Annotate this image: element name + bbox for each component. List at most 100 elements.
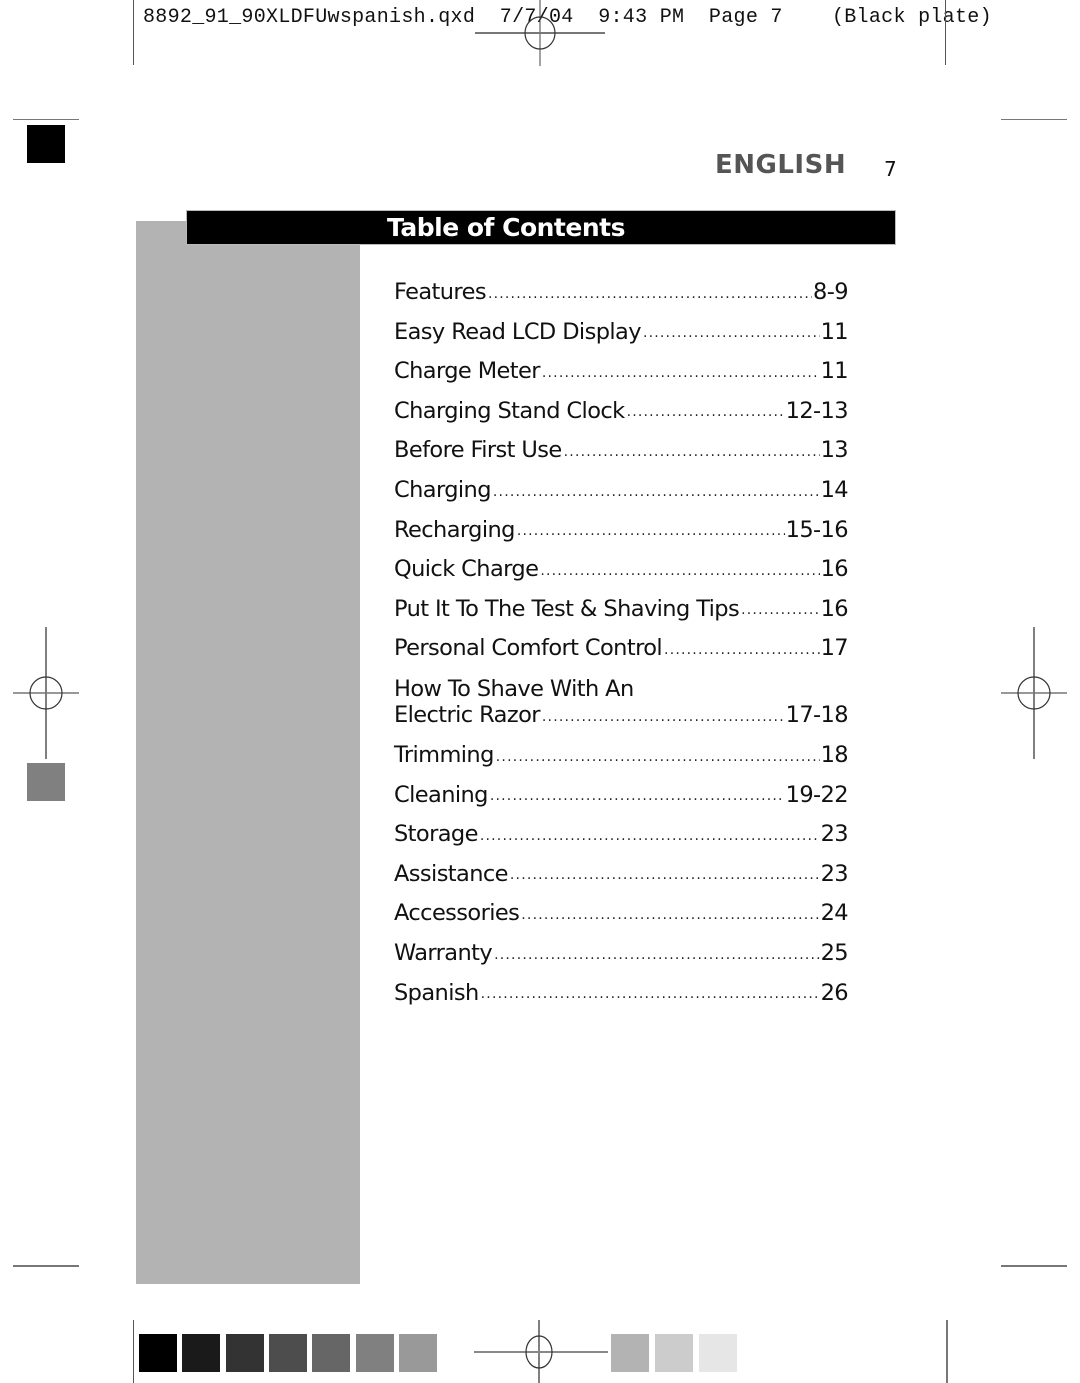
toc-entry[interactable]: Charging 14 bbox=[394, 462, 849, 504]
toc-entry-page: 11 bbox=[820, 358, 849, 385]
toc-entry[interactable]: Charge Meter 11 bbox=[394, 343, 849, 385]
toc-entry-page: 16 bbox=[820, 556, 849, 583]
toc-entry-title: Spanish bbox=[394, 979, 479, 1006]
toc-entry[interactable]: Storage 23 bbox=[394, 806, 849, 848]
dot-leader bbox=[510, 868, 820, 882]
dot-leader bbox=[481, 987, 820, 1001]
grayscale-swatch bbox=[655, 1334, 693, 1372]
toc-entry-title: Charging bbox=[394, 477, 491, 504]
toc-entry[interactable]: How To Shave With AnElectric Razor 17-18 bbox=[394, 660, 849, 729]
toc-entry-title: Accessories bbox=[394, 900, 520, 927]
page-number: 7 bbox=[884, 157, 897, 181]
toc-entry[interactable]: Easy Read LCD Display 11 bbox=[394, 304, 849, 345]
toc-entry-page: 25 bbox=[820, 940, 849, 966]
toc-entry-title: Cleaning bbox=[394, 781, 488, 808]
toc-entry-title: Before First Use bbox=[394, 437, 562, 464]
toc-entry[interactable]: Recharging 15-16 bbox=[394, 502, 849, 543]
toc-entry[interactable]: Accessories 24 bbox=[394, 885, 849, 927]
dot-leader bbox=[540, 564, 819, 578]
toc-entry[interactable]: Spanish 26 bbox=[394, 965, 849, 1006]
dot-leader bbox=[517, 524, 785, 538]
toc-entry-page: 8-9 bbox=[813, 279, 849, 306]
toc-entry-title: Easy Read LCD Display bbox=[394, 318, 642, 345]
crop-mark-top-right bbox=[945, 0, 946, 65]
toc-entry-title: Recharging bbox=[394, 516, 515, 543]
dot-leader bbox=[627, 405, 785, 419]
dot-leader bbox=[488, 287, 812, 301]
dot-leader bbox=[480, 829, 820, 843]
toc-list: Features8-9Easy Read LCD Display11Charge… bbox=[394, 264, 849, 1006]
dot-leader bbox=[564, 445, 820, 459]
toc-entry[interactable]: Quick Charge 16 bbox=[394, 541, 849, 583]
dot-leader bbox=[496, 750, 820, 764]
slug-filename: 8892_91_90XLDFUwspanish.qxd bbox=[143, 6, 476, 29]
black-color-block bbox=[27, 125, 65, 163]
crop-mark-top-left bbox=[133, 0, 134, 65]
toc-entry-title: Assistance bbox=[394, 860, 509, 887]
grayscale-swatch bbox=[182, 1334, 221, 1372]
slug-time: 9:43 PM bbox=[598, 6, 685, 29]
toc-entry[interactable]: Put It To The Test & Shaving Tips 16 bbox=[394, 581, 849, 622]
grayscale-swatch bbox=[398, 1334, 437, 1372]
toc-entry-page: 19-22 bbox=[785, 781, 849, 808]
registration-mark-top-icon bbox=[475, 0, 605, 66]
toc-entry-title: Charging Stand Clock bbox=[394, 397, 625, 424]
toc-entry-title-line1: How To Shave With An bbox=[394, 675, 634, 702]
toc-entry-title: Warranty bbox=[394, 940, 493, 966]
toc-entry[interactable]: Features 8-9 bbox=[394, 264, 849, 306]
toc-entry-page: 15-16 bbox=[785, 516, 849, 543]
trim-mark-bottom-right bbox=[1001, 1265, 1067, 1267]
toc-entry-page: 26 bbox=[820, 979, 849, 1006]
toc-entry[interactable]: Before First Use 13 bbox=[394, 422, 849, 464]
toc-entry-title: Quick Charge bbox=[394, 556, 539, 583]
grayscale-swatch bbox=[268, 1334, 307, 1372]
toc-entry-title: Charge Meter bbox=[394, 358, 540, 385]
grayscale-swatch bbox=[355, 1334, 394, 1372]
dot-leader bbox=[521, 908, 819, 922]
toc-entry-page: 18 bbox=[820, 742, 849, 769]
crop-mark-bottom-left bbox=[133, 1320, 134, 1383]
toc-entry[interactable]: Warranty 25 bbox=[394, 925, 849, 966]
toc-entry-title: Storage bbox=[394, 821, 478, 848]
toc-entry-page: 16 bbox=[820, 595, 849, 622]
toc-entry-page: 17 bbox=[820, 635, 849, 662]
gray-side-panel bbox=[136, 221, 360, 1284]
dot-leader bbox=[490, 789, 785, 803]
grayscale-swatch bbox=[699, 1334, 737, 1372]
toc-entry-page: 11 bbox=[820, 318, 849, 345]
toc-entry-title: Trimming bbox=[394, 742, 494, 769]
dot-leader bbox=[494, 948, 819, 962]
registration-mark-right-icon bbox=[1001, 627, 1067, 759]
toc-entry-row: Electric Razor 17-18 bbox=[394, 702, 849, 729]
trim-mark-top-left bbox=[13, 119, 79, 120]
slug-page: Page 7 bbox=[708, 6, 783, 29]
toc-entry-title: Features bbox=[394, 279, 487, 306]
dot-leader bbox=[493, 485, 820, 499]
dot-leader bbox=[664, 643, 820, 657]
dot-leader bbox=[542, 366, 820, 380]
toc-entry-page: 14 bbox=[820, 477, 849, 504]
grayscale-swatch bbox=[312, 1334, 351, 1372]
toc-entry-title: Personal Comfort Control bbox=[394, 635, 663, 662]
trim-mark-top-right bbox=[1001, 119, 1067, 120]
slug-plate: (Black plate) bbox=[831, 6, 992, 29]
toc-entry-page: 17-18 bbox=[785, 702, 849, 729]
dot-leader bbox=[643, 326, 820, 340]
toc-title: Table of Contents bbox=[387, 213, 625, 242]
toc-entry[interactable]: Personal Comfort Control 17 bbox=[394, 620, 849, 662]
toc-entry[interactable]: Trimming 18 bbox=[394, 727, 849, 769]
grayscale-swatch bbox=[611, 1334, 649, 1372]
toc-title-bar: Table of Contents bbox=[186, 210, 896, 245]
dot-leader bbox=[741, 603, 819, 617]
gray-color-block bbox=[27, 763, 65, 801]
language-label: ENGLISH bbox=[715, 150, 847, 180]
trim-mark-bottom-left bbox=[13, 1265, 79, 1267]
registration-mark-bottom-icon bbox=[474, 1320, 608, 1383]
toc-entry[interactable]: Charging Stand Clock 12-13 bbox=[394, 383, 849, 424]
toc-entry[interactable]: Cleaning 19-22 bbox=[394, 767, 849, 808]
toc-entry-title: Put It To The Test & Shaving Tips bbox=[394, 595, 740, 622]
toc-entry-page: 24 bbox=[820, 900, 849, 927]
toc-entry[interactable]: Assistance 23 bbox=[394, 846, 849, 887]
grayscale-swatch bbox=[225, 1334, 264, 1372]
grayscale-swatch bbox=[139, 1334, 177, 1372]
